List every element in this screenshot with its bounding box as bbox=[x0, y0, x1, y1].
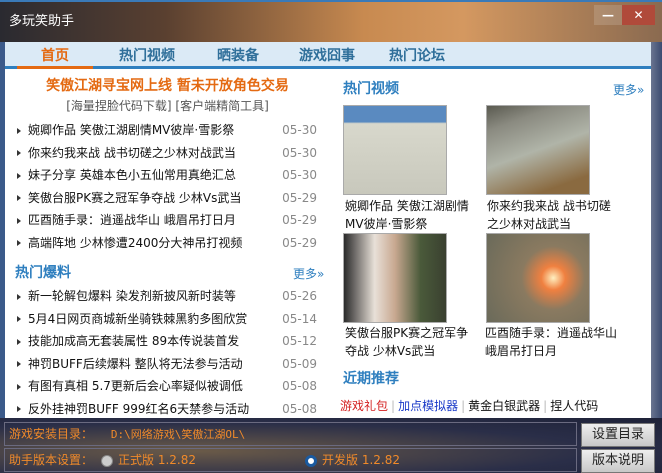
separator: | bbox=[391, 399, 396, 413]
news-date: 05-29 bbox=[282, 213, 317, 227]
video-thumbnail[interactable] bbox=[343, 233, 447, 323]
video-caption[interactable]: 笑傲台服PK赛之冠军争夺战 少林Vs武当 bbox=[345, 324, 475, 360]
news-item[interactable]: 技能加成高无套装属性 89本传说装首发 05-12 bbox=[17, 330, 322, 352]
news-title[interactable]: 你来约我来战 战书切磋之少林对战武当 bbox=[28, 146, 236, 160]
news-date: 05-09 bbox=[282, 356, 317, 371]
news-item[interactable]: 有图有真相 5.7更新后会心率疑似被调低 05-08 bbox=[17, 375, 322, 397]
bullet-icon bbox=[17, 172, 21, 179]
news-title[interactable]: 婉卿作品 笑傲江湖剧情MV彼岸·雪影祭 bbox=[28, 123, 234, 137]
news-date: 05-14 bbox=[282, 311, 317, 326]
news-date: 05-29 bbox=[282, 190, 317, 205]
bullet-icon bbox=[17, 150, 21, 156]
news-date: 05-12 bbox=[282, 334, 317, 348]
news-item[interactable]: 匹酉随手录：逍遥战华山 峨眉吊打日月 05-29 bbox=[17, 209, 322, 231]
news-date: 05-26 bbox=[282, 289, 317, 303]
news-item[interactable]: 新一轮解包爆料 染发剂新披风新时装等 05-26 bbox=[17, 285, 322, 307]
install-dir-row: 游戏安装目录： D:\网络游戏\笑傲江湖OL\ bbox=[4, 422, 577, 446]
bullet-icon bbox=[17, 127, 21, 134]
news-title[interactable]: 技能加成高无套装属性 89本传说装首发 bbox=[28, 334, 239, 348]
recommend-title: 近期推荐 bbox=[343, 371, 399, 387]
set-directory-button[interactable]: 设置目录 bbox=[581, 423, 655, 447]
recommend-link[interactable]: 捏人代码 bbox=[550, 399, 598, 413]
bullet-icon bbox=[17, 338, 21, 345]
scrollbar[interactable] bbox=[651, 42, 662, 418]
bullet-icon bbox=[17, 316, 21, 322]
settings-panel: 游戏安装目录： D:\网络游戏\笑傲江湖OL\ 助手版本设置： 正式版 1.2.… bbox=[0, 418, 662, 473]
bullet-icon bbox=[17, 240, 21, 246]
radio-selected-icon[interactable] bbox=[305, 454, 317, 467]
tools-links[interactable]: [海量捏脸代码下载] [客户端精简工具] bbox=[5, 97, 330, 114]
bullet-icon bbox=[17, 406, 21, 412]
bullet-icon bbox=[17, 293, 21, 300]
recommend-link[interactable]: 黄金白银武器 bbox=[468, 399, 540, 413]
stable-label: 正式版 1.2.82 bbox=[118, 453, 196, 467]
bullet-icon bbox=[17, 195, 21, 201]
video-caption[interactable]: 匹酉随手录：逍遥战华山峨眉吊打日月 bbox=[485, 324, 620, 360]
tab-show-gear[interactable]: 晒装备 bbox=[217, 45, 259, 65]
news-title[interactable]: 有图有真相 5.7更新后会心率疑似被调低 bbox=[28, 379, 243, 393]
bullet-icon bbox=[17, 383, 21, 390]
video-thumbnail[interactable] bbox=[343, 105, 447, 195]
version-label: 助手版本设置： bbox=[9, 453, 94, 467]
recommend-link[interactable]: 游戏礼包 bbox=[340, 399, 388, 413]
install-dir-value: D:\网络游戏\笑傲江湖OL\ bbox=[110, 428, 246, 441]
stable-radio[interactable]: 正式版 1.2.82 bbox=[101, 449, 196, 471]
recommend-link[interactable]: 加点模拟器 bbox=[398, 399, 458, 413]
tab-hot-forum[interactable]: 热门论坛 bbox=[389, 45, 445, 65]
news-date: 05-29 bbox=[282, 235, 317, 250]
news-item[interactable]: 高端阵地 少林惨遭2400分大神吊打视频 05-29 bbox=[17, 232, 322, 254]
leaks-more-link[interactable]: 更多» bbox=[293, 265, 324, 282]
news-item[interactable]: 神罚BUFF后续爆料 整队将无法参与活动 05-09 bbox=[17, 353, 322, 375]
news-item[interactable]: 5月4日网页商城新坐骑铁棘黑豹多图欣赏 05-14 bbox=[17, 308, 322, 330]
version-row: 助手版本设置： 正式版 1.2.82 开发版 1.2.82 bbox=[4, 448, 577, 472]
news-title[interactable]: 笑傲台服PK赛之冠军争夺战 少林Vs武当 bbox=[28, 191, 241, 205]
video-caption[interactable]: 你来约我来战 战书切磋之少林对战武当 bbox=[487, 197, 617, 233]
news-title[interactable]: 反外挂神罚BUFF 999红名6天禁参与活动 bbox=[28, 402, 249, 416]
video-thumbnail[interactable] bbox=[486, 105, 590, 195]
version-info-button[interactable]: 版本说明 bbox=[581, 449, 655, 473]
news-date: 05-30 bbox=[282, 168, 317, 182]
bullet-icon bbox=[17, 361, 21, 367]
news-date: 05-08 bbox=[282, 401, 317, 416]
news-title[interactable]: 神罚BUFF后续爆料 整队将无法参与活动 bbox=[28, 357, 243, 371]
news-date: 05-30 bbox=[282, 123, 317, 137]
videos-title: 热门视频 bbox=[343, 81, 399, 97]
news-date: 05-30 bbox=[282, 145, 317, 160]
separator: | bbox=[461, 399, 466, 413]
close-button[interactable]: ✕ bbox=[622, 5, 655, 25]
news-title[interactable]: 高端阵地 少林惨遭2400分大神吊打视频 bbox=[28, 236, 242, 250]
video-thumbnail[interactable] bbox=[486, 233, 590, 323]
news-item[interactable]: 妹子分享 英雄本色小五仙常用真绝汇总 05-30 bbox=[17, 164, 322, 186]
leaks-title: 热门爆料 bbox=[15, 265, 71, 281]
nav-tabs: 首页 热门视频 晒装备 游戏囧事 热门论坛 bbox=[5, 42, 651, 69]
install-dir-label: 游戏安装目录： bbox=[9, 427, 94, 441]
tab-home[interactable]: 首页 bbox=[17, 45, 93, 69]
separator: | bbox=[543, 399, 548, 413]
news-title[interactable]: 新一轮解包爆料 染发剂新披风新时装等 bbox=[28, 289, 236, 303]
dev-radio[interactable]: 开发版 1.2.82 bbox=[305, 449, 400, 471]
videos-more-link[interactable]: 更多» bbox=[613, 81, 644, 98]
radio-icon[interactable] bbox=[101, 454, 113, 467]
news-date: 05-08 bbox=[282, 379, 317, 393]
tab-hot-videos[interactable]: 热门视频 bbox=[119, 45, 175, 65]
window-title: 多玩笑助手 bbox=[9, 14, 75, 29]
news-item[interactable]: 婉卿作品 笑傲江湖剧情MV彼岸·雪影祭 05-30 bbox=[17, 119, 322, 141]
news-item[interactable]: 你来约我来战 战书切磋之少林对战武当 05-30 bbox=[17, 142, 322, 164]
news-item[interactable]: 反外挂神罚BUFF 999红名6天禁参与活动 05-08 bbox=[17, 398, 322, 420]
tab-game-stories[interactable]: 游戏囧事 bbox=[299, 45, 355, 65]
news-title[interactable]: 5月4日网页商城新坐骑铁棘黑豹多图欣赏 bbox=[28, 312, 247, 326]
minimize-button[interactable]: — bbox=[594, 5, 622, 25]
dev-label: 开发版 1.2.82 bbox=[322, 453, 400, 467]
title-bar: 多玩笑助手 — ✕ bbox=[0, 0, 662, 42]
main-content: 笑傲江湖寻宝网上线 暂未开放角色交易 [海量捏脸代码下载] [客户端精简工具] … bbox=[5, 69, 651, 418]
video-caption[interactable]: 婉卿作品 笑傲江湖剧情MV彼岸·雪影祭 bbox=[345, 197, 475, 233]
recommend-links: 游戏礼包 | 加点模拟器 | 黄金白银武器 | 捏人代码 bbox=[340, 397, 598, 414]
news-item[interactable]: 笑傲台服PK赛之冠军争夺战 少林Vs武当 05-29 bbox=[17, 187, 322, 209]
headline-link[interactable]: 笑傲江湖寻宝网上线 暂未开放角色交易 bbox=[5, 75, 330, 95]
bullet-icon bbox=[17, 217, 21, 224]
news-title[interactable]: 妹子分享 英雄本色小五仙常用真绝汇总 bbox=[28, 168, 236, 182]
news-title[interactable]: 匹酉随手录：逍遥战华山 峨眉吊打日月 bbox=[28, 213, 236, 227]
